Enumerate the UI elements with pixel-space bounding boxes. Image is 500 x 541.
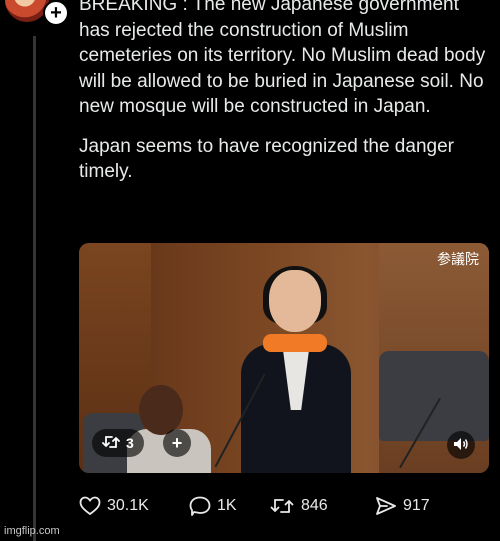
tweet-paragraph-1: BREAKING : The new Japanese government h… — [79, 0, 486, 117]
like-button[interactable]: 30.1K — [79, 496, 189, 516]
speaker-icon — [453, 435, 469, 456]
watermark-text: 参議院 — [437, 252, 479, 268]
add-button[interactable]: + — [163, 429, 191, 457]
reply-button[interactable]: 1K — [189, 496, 269, 516]
seat — [379, 351, 489, 441]
reply-icon — [189, 496, 211, 516]
repost-count: 846 — [301, 497, 328, 514]
share-button[interactable]: 917 — [375, 496, 430, 516]
heart-icon — [79, 496, 101, 516]
repost-button[interactable]: 846 — [269, 496, 375, 516]
tweet-paragraph-2: Japan seems to have recognized the dange… — [79, 135, 454, 183]
sound-button[interactable] — [447, 431, 475, 459]
imgflip-watermark: imgflip.com — [4, 525, 60, 537]
repost-icon — [269, 496, 295, 516]
like-count: 30.1K — [107, 497, 149, 514]
share-count: 917 — [403, 497, 430, 514]
media-image[interactable]: 参議院 3 + — [79, 243, 489, 473]
share-icon — [375, 496, 397, 516]
media-count: 3 — [126, 435, 134, 451]
media-count-pill[interactable]: 3 — [92, 429, 144, 457]
reply-count: 1K — [217, 497, 237, 514]
tweet-actions: 30.1K 1K 846 917 — [79, 492, 489, 520]
follow-plus-button[interactable]: + — [43, 0, 69, 26]
repost-icon — [102, 434, 120, 453]
thread-line — [33, 36, 36, 541]
speaker-figure — [241, 266, 351, 473]
tweet-text: BREAKING : The new Japanese government h… — [79, 0, 489, 185]
